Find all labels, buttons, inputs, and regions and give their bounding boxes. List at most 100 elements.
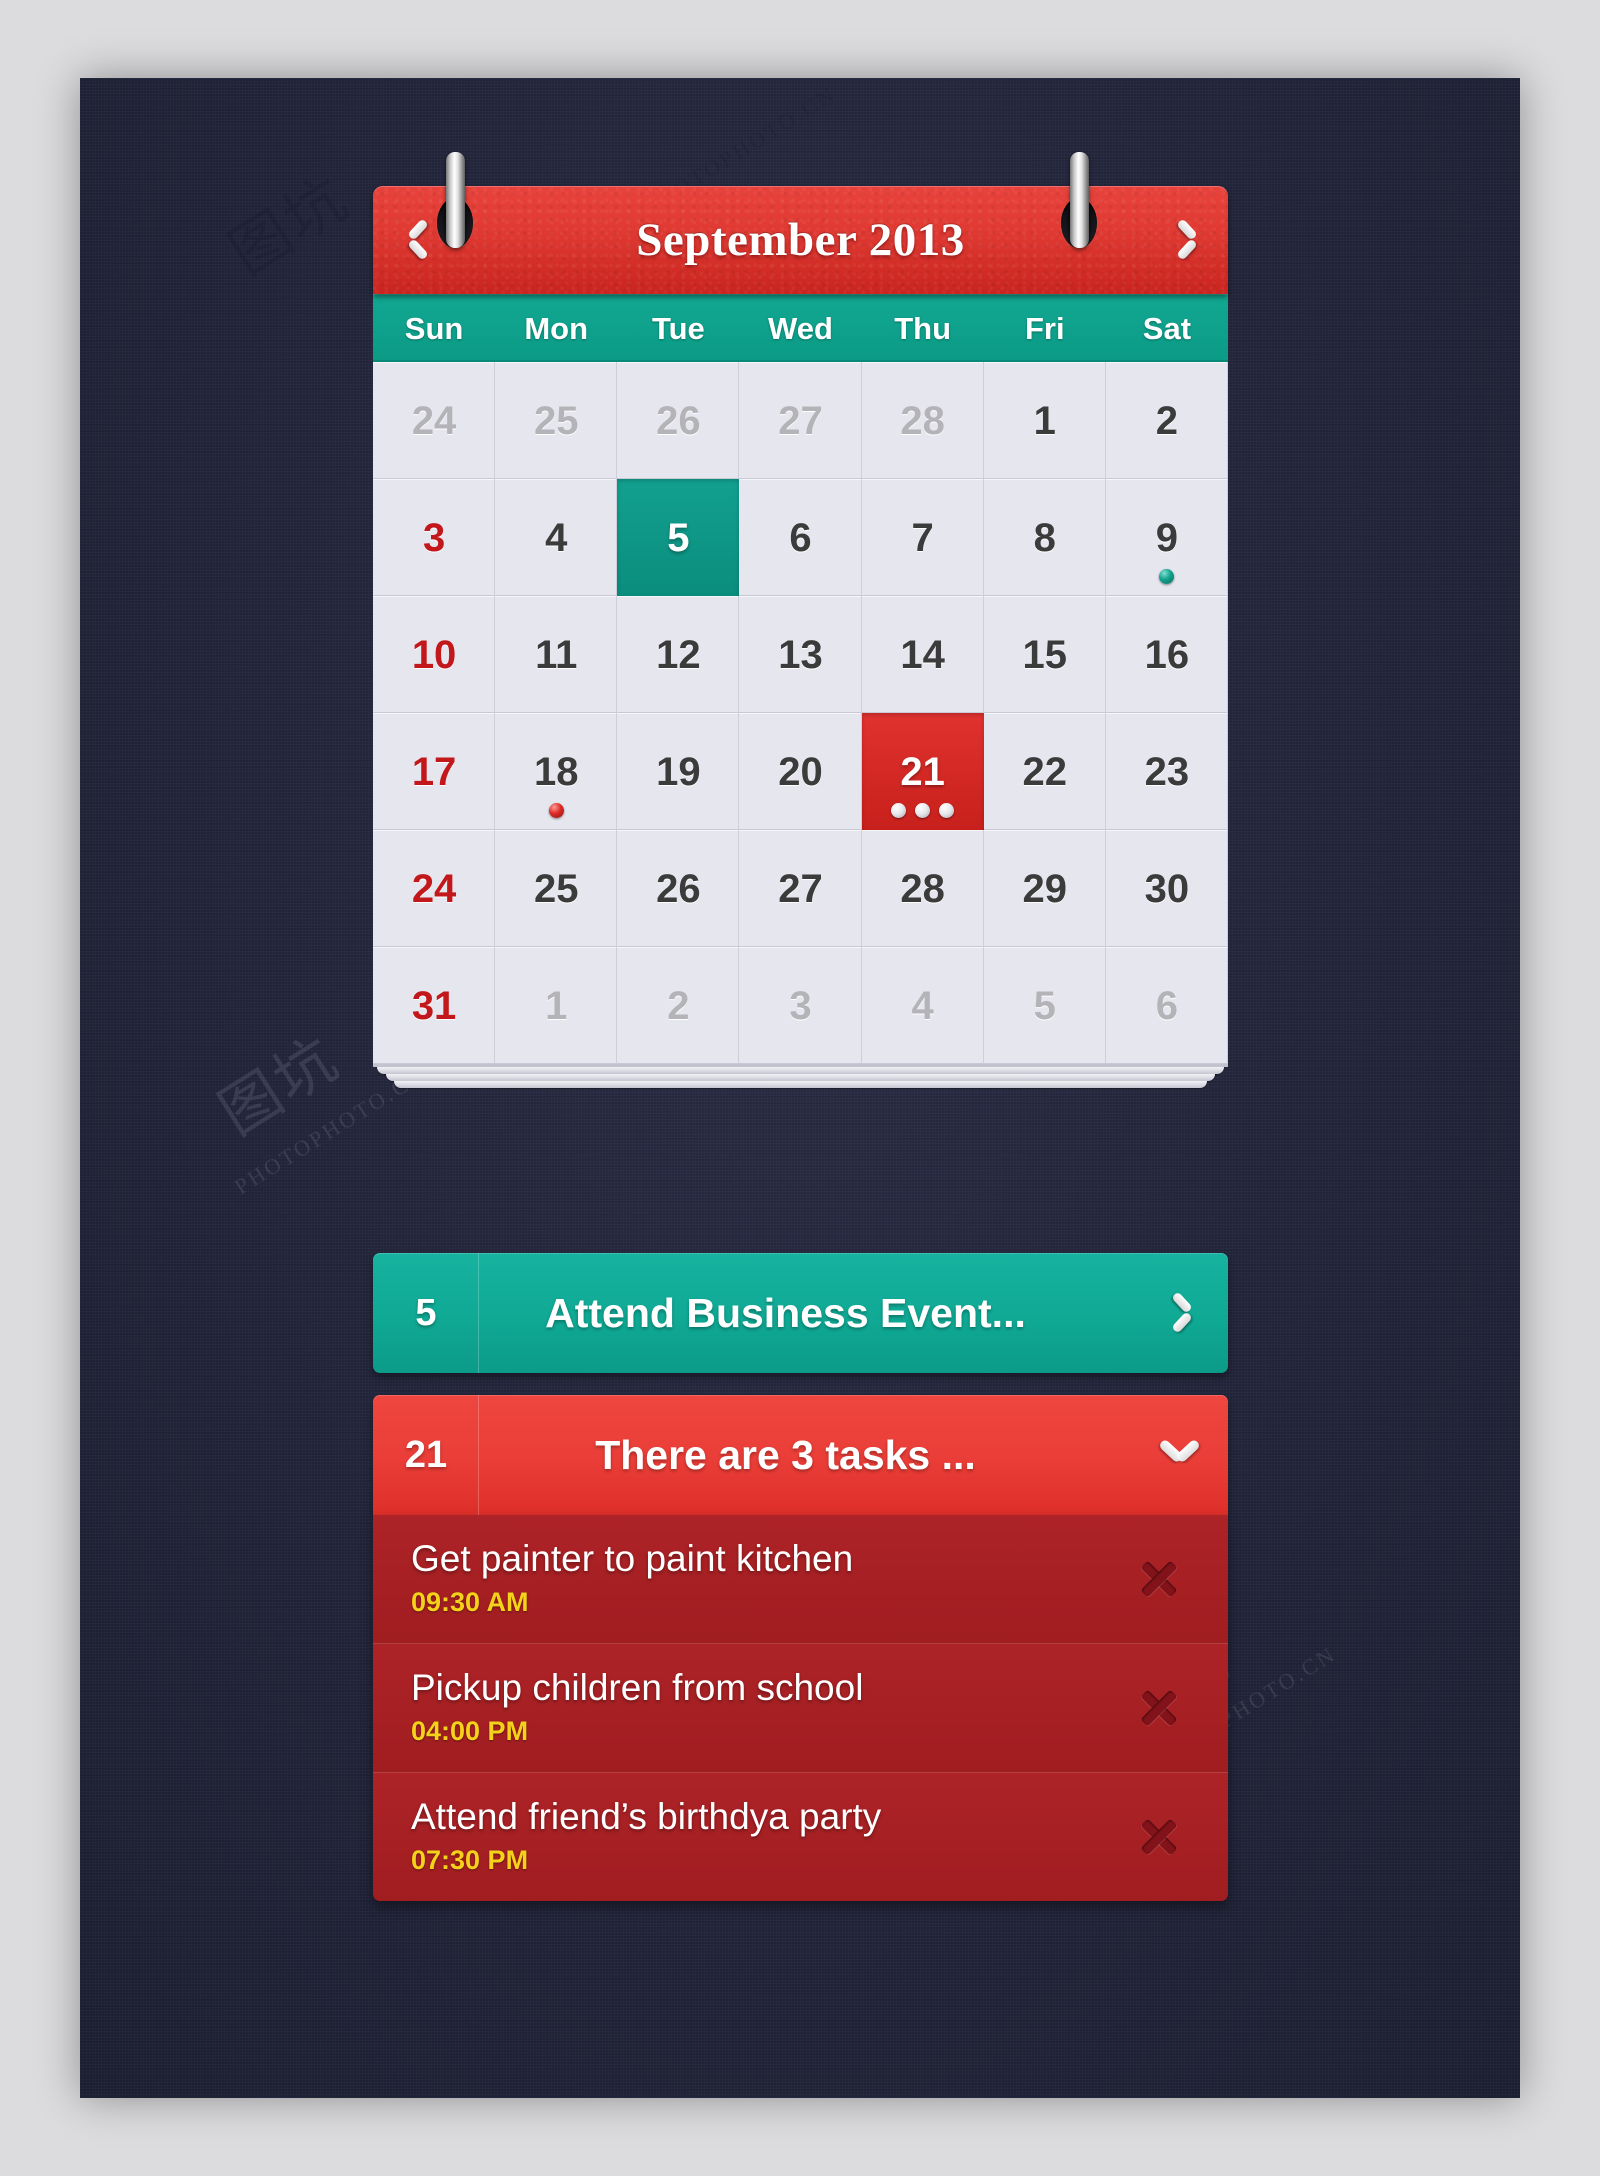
prev-month-button[interactable] [373,217,459,263]
day-cell[interactable]: 13 [739,596,861,713]
day-number: 12 [656,632,701,677]
day-cell[interactable]: 9 [1106,479,1228,596]
day-cell[interactable]: 11 [495,596,617,713]
calendar-header: September 2013 [373,186,1228,294]
day-cell[interactable]: 16 [1106,596,1228,713]
day-number: 21 [900,749,945,794]
event-summary-bar[interactable]: 5 Attend Business Event... [373,1253,1228,1373]
day-cell[interactable]: 3 [739,947,861,1064]
weekday-thu: Thu [894,311,952,346]
day-number: 7 [911,515,934,560]
day-cell[interactable]: 21 [861,713,984,830]
day-cell[interactable]: 19 [617,713,739,830]
task-row[interactable]: Attend friend’s birthdya party 07:30 PM [373,1772,1228,1901]
day-cell[interactable]: 27 [739,362,861,479]
weekday-tue: Tue [651,311,705,346]
task-time: 09:30 AM [411,1586,529,1617]
task-time: 04:00 PM [411,1715,529,1746]
task-row[interactable]: Pickup children from school 04:00 PM [373,1643,1228,1772]
day-cell[interactable]: 18 [495,713,617,830]
event-date-badge: 5 [373,1253,479,1373]
day-cell[interactable]: 7 [862,479,984,596]
day-number: 11 [535,632,578,677]
day-cell[interactable]: 12 [617,596,739,713]
day-number: 25 [533,398,579,443]
tasks-collapse-button[interactable] [1132,1395,1228,1515]
day-number: 29 [1022,866,1068,911]
chevron-down-icon [1159,1440,1201,1470]
day-cell[interactable]: 10 [373,596,495,713]
app-canvas: 图坑 PHOTOPHOTO.CN 图坑 PHOTOPHOTO.CN 图坑 PHO… [80,78,1520,2098]
day-cell[interactable]: 4 [495,479,617,596]
day-cell[interactable]: 26 [617,830,739,947]
task-time: 07:30 PM [411,1844,529,1875]
day-number: 25 [533,866,579,911]
task-title: Get painter to paint kitchen [411,1538,854,1580]
day-cell[interactable]: 5 [617,479,740,596]
day-cell[interactable]: 28 [862,362,984,479]
day-number: 14 [900,632,945,677]
day-number: 2 [1155,398,1179,443]
task-list: Get painter to paint kitchen 09:30 AM Pick… [373,1515,1228,1901]
day-cell[interactable]: 30 [1106,830,1228,947]
day-cell[interactable]: 4 [862,947,984,1064]
day-cell[interactable]: 6 [739,479,861,596]
tasks-date-badge: 21 [373,1395,479,1515]
day-cell[interactable]: 6 [1106,947,1228,1064]
day-number: 5 [1033,983,1056,1028]
day-cell[interactable]: 25 [495,830,617,947]
day-number: 2 [667,983,690,1028]
day-cell[interactable]: 2 [1106,362,1228,479]
day-cell[interactable]: 3 [373,479,495,596]
task-row[interactable]: Get painter to paint kitchen 09:30 AM [373,1515,1228,1643]
day-cell[interactable]: 14 [862,596,984,713]
day-cell[interactable]: 1 [984,362,1106,479]
day-cell[interactable]: 24 [373,362,495,479]
day-cell[interactable]: 17 [373,713,495,830]
weekday-wed: Wed [768,311,833,346]
day-number: 24 [411,398,457,443]
day-cell[interactable]: 23 [1106,713,1228,830]
day-number: 3 [422,515,446,560]
day-number: 18 [533,749,579,794]
day-cell[interactable]: 31 [373,947,495,1064]
day-cell[interactable]: 29 [984,830,1106,947]
day-cell[interactable]: 5 [984,947,1106,1064]
day-cell[interactable]: 28 [862,830,984,947]
event-label: Attend Business Event... [545,1289,1026,1336]
weekday-fri: Fri [1024,311,1065,346]
day-number: 30 [1144,866,1190,911]
close-x-icon[interactable] [1128,1677,1190,1739]
day-cell[interactable]: 22 [984,713,1106,830]
day-number: 28 [900,398,945,443]
chevron-right-icon [1172,217,1198,263]
day-cell[interactable]: 27 [739,830,861,947]
day-number: 22 [1022,749,1068,794]
day-number: 8 [1033,515,1056,560]
weekday-sat: Sat [1142,311,1192,346]
day-number: 5 [667,515,690,560]
day-cell[interactable]: 20 [739,713,861,830]
day-cell[interactable]: 2 [617,947,739,1064]
event-indicator-dots [862,803,984,818]
day-number: 19 [656,749,701,794]
day-cell[interactable]: 1 [495,947,617,1064]
task-text: Pickup children from school 04:00 PM [411,1668,1128,1747]
day-cell[interactable]: 25 [495,362,617,479]
day-number: 20 [778,749,823,794]
event-indicator-dots [495,803,617,818]
day-cell[interactable]: 15 [984,596,1106,713]
day-cell[interactable]: 8 [984,479,1106,596]
close-x-icon[interactable] [1128,1548,1190,1610]
event-expand-button[interactable] [1132,1253,1228,1373]
tasks-summary-bar[interactable]: 21 There are 3 tasks ... [373,1395,1228,1515]
close-x-icon[interactable] [1128,1806,1190,1868]
day-number: 17 [411,749,457,794]
next-month-button[interactable] [1142,217,1228,263]
event-dot-red [548,803,564,818]
day-number: 23 [1144,749,1190,794]
weekday-header-row: Sun Mon Tue Wed Thu Fri Sat [373,294,1228,362]
event-dot-white [891,803,907,818]
day-cell[interactable]: 24 [373,830,495,947]
day-cell[interactable]: 26 [617,362,739,479]
